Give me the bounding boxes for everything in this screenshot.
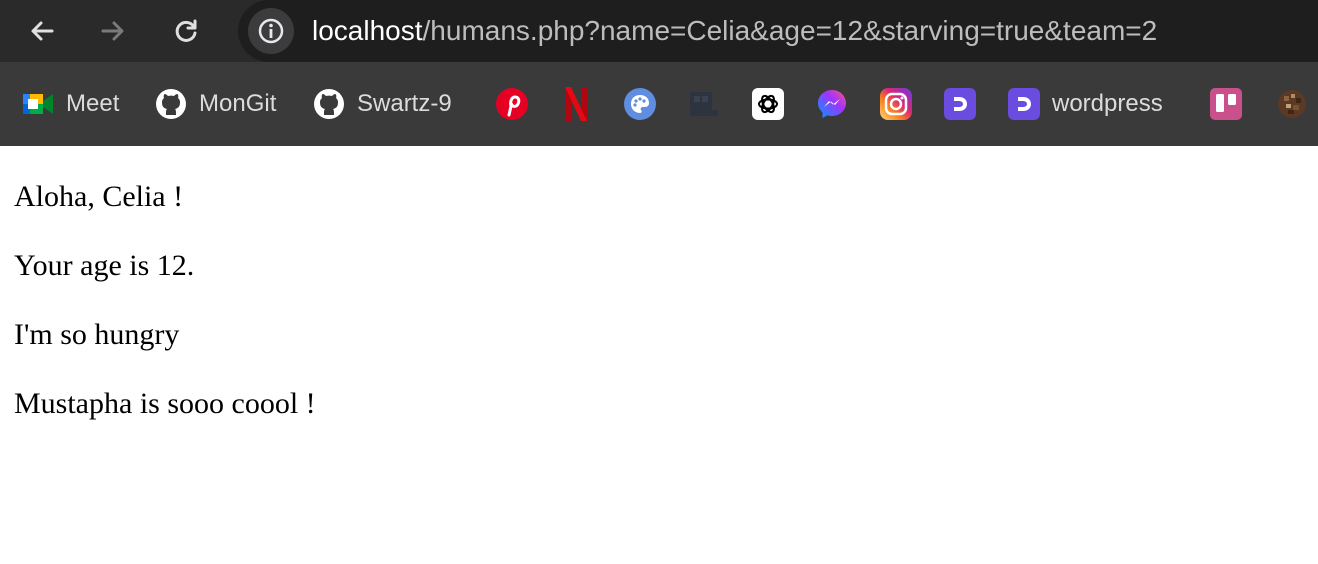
- bookmark-messenger[interactable]: [816, 86, 848, 122]
- bookmarks-bar: Meet MonGit Swartz-9 wordpress: [0, 62, 1318, 146]
- page-content: Aloha, Celia ! Your age is 12. I'm so hu…: [0, 146, 1318, 564]
- bookmark-label: wordpress: [1052, 90, 1163, 117]
- browser-toolbar: localhost/humans.php?name=Celia&age=12&s…: [0, 0, 1318, 62]
- bookmark-palette[interactable]: [624, 86, 656, 122]
- instagram-icon: [880, 88, 912, 120]
- bookmark-swartz[interactable]: Swartz-9: [313, 86, 452, 122]
- bookmark-mongit[interactable]: MonGit: [155, 86, 276, 122]
- purple-d-icon: [944, 88, 976, 120]
- openai-icon: [752, 88, 784, 120]
- dark-square-icon: [688, 88, 720, 120]
- bookmark-dark[interactable]: [688, 86, 720, 122]
- site-info-button[interactable]: [248, 8, 294, 54]
- netflix-icon: [560, 87, 592, 121]
- bookmark-wordpress[interactable]: wordpress: [1008, 86, 1163, 122]
- reload-icon: [175, 19, 197, 42]
- pixel-avatar-icon: [1276, 88, 1308, 120]
- back-button[interactable]: [22, 11, 62, 51]
- bookmark-netflix[interactable]: [560, 86, 592, 122]
- team-text: Mustapha is sooo coool !: [14, 387, 316, 420]
- bookmark-label: Swartz-9: [357, 90, 452, 117]
- bookmark-pinterest[interactable]: [496, 86, 528, 122]
- arrow-left-icon: [31, 21, 54, 41]
- google-meet-icon: [22, 88, 54, 120]
- url-host: localhost: [312, 15, 423, 46]
- address-bar[interactable]: localhost/humans.php?name=Celia&age=12&s…: [238, 0, 1318, 62]
- bookmark-trello[interactable]: [1210, 86, 1242, 122]
- arrow-right-icon: [101, 21, 124, 41]
- hunger-text: I'm so hungry: [14, 318, 180, 351]
- bookmark-meet[interactable]: Meet: [22, 86, 119, 122]
- purple-d-icon: [1008, 88, 1040, 120]
- messenger-icon: [816, 88, 848, 120]
- palette-icon: [624, 88, 656, 120]
- age-text: Your age is 12.: [14, 249, 195, 282]
- bookmark-purple-d[interactable]: [944, 86, 976, 122]
- info-icon: [258, 18, 284, 44]
- github-icon: [313, 88, 345, 120]
- bookmark-instagram[interactable]: [880, 86, 912, 122]
- url-text[interactable]: localhost/humans.php?name=Celia&age=12&s…: [312, 12, 1157, 50]
- greeting-text: Aloha, Celia !: [14, 180, 184, 213]
- bookmark-label: Meet: [66, 90, 120, 117]
- bookmark-label: MonGit: [199, 90, 277, 117]
- pinterest-icon: [496, 88, 528, 120]
- reload-button[interactable]: [166, 11, 206, 51]
- forward-button[interactable]: [93, 11, 133, 51]
- url-path: /humans.php?name=Celia&age=12&starving=t…: [422, 15, 1158, 46]
- bookmark-avatar[interactable]: [1276, 86, 1308, 122]
- github-icon: [155, 88, 187, 120]
- trello-icon: [1210, 88, 1242, 120]
- bookmark-openai[interactable]: [752, 86, 784, 122]
